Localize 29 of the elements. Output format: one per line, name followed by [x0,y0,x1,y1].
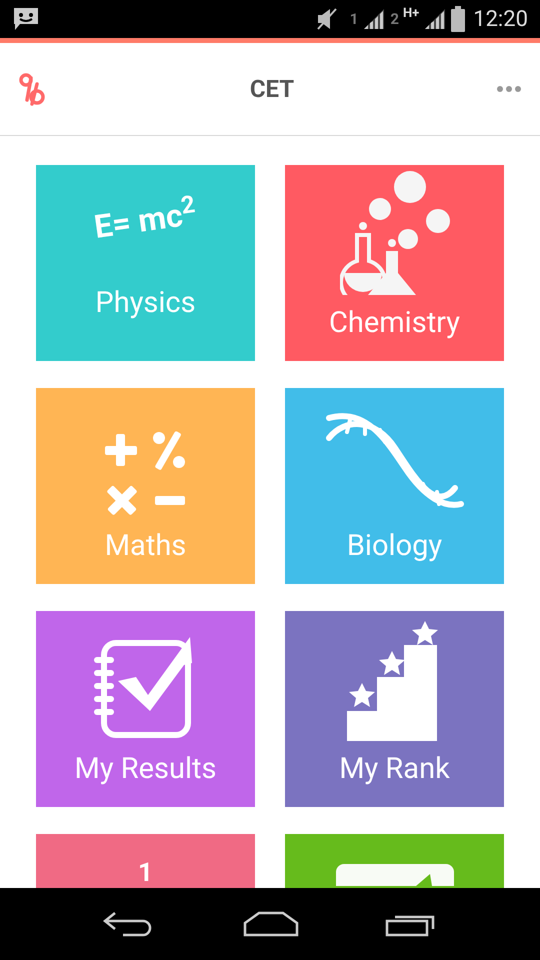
message-icon [12,6,40,32]
tile-label: Biology [346,528,442,564]
checkbox-icon [336,864,454,886]
app-title: CET [250,74,294,105]
battery-icon [451,6,466,32]
subject-tile[interactable]: E= mc$^{2}$ Physics [36,165,255,361]
subject-tile[interactable]: Chemistry [285,165,504,361]
subject-tile[interactable]: My Results [36,611,255,807]
clock: 12:20 [473,6,528,34]
signal-icon [362,7,386,31]
subject-tile[interactable]: 1 [36,834,255,888]
home-icon[interactable] [243,911,299,937]
more-options-icon[interactable] [496,85,522,93]
number-text: 1 [138,860,153,886]
signal-icon [423,7,448,31]
network-type: H+ [402,5,420,23]
subject-tile[interactable]: My Rank [285,611,504,807]
muted-icon [316,7,338,31]
tile-label: Chemistry [329,305,460,342]
tile-label: My Rank [339,751,450,788]
tile-label: Physics [95,285,196,322]
sim-number: 1 [350,8,358,30]
subject-tile[interactable]: Biology [285,388,504,584]
subject-tile[interactable]: Maths [36,388,255,584]
tile-label: My Results [74,751,216,788]
formula-text: E= mc$^{2}$ [91,189,198,248]
tile-label: Maths [104,528,186,564]
flasks-icon [340,171,450,295]
sim-number: 2 [390,8,399,30]
